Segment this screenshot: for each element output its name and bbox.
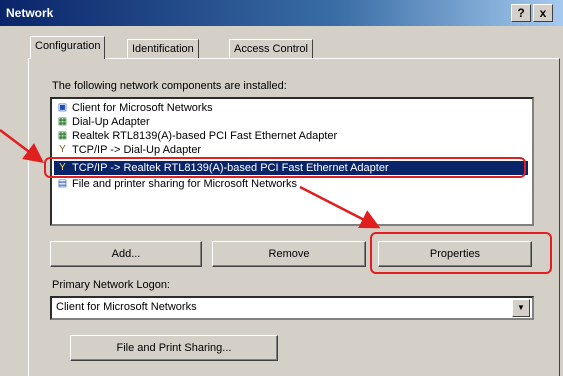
- remove-button[interactable]: Remove: [212, 241, 366, 267]
- tab-configuration[interactable]: Configuration: [30, 36, 106, 59]
- list-item-label: File and printer sharing for Microsoft N…: [72, 178, 297, 190]
- list-item-label: TCP/IP -> Dial-Up Adapter: [72, 144, 202, 156]
- file-print-sharing-button[interactable]: File and Print Sharing...: [70, 335, 278, 361]
- adapter-icon: ▦: [57, 130, 68, 141]
- chevron-down-icon[interactable]: ▼: [512, 299, 530, 317]
- components-heading: The following network components are ins…: [52, 80, 287, 92]
- adapter-icon: ▦: [57, 116, 68, 127]
- list-item[interactable]: ▦ Dial-Up Adapter: [54, 115, 150, 129]
- primary-logon-value: Client for Microsoft Networks: [56, 301, 197, 313]
- list-item-label: Dial-Up Adapter: [72, 116, 150, 128]
- list-item[interactable]: Y TCP/IP -> Dial-Up Adapter: [54, 143, 201, 157]
- service-icon: ▤: [57, 178, 68, 189]
- network-dialog: Network ? x Configuration Identification…: [0, 0, 563, 376]
- primary-logon-select[interactable]: Client for Microsoft Networks ▼: [50, 296, 534, 320]
- protocol-icon: Y: [59, 144, 66, 155]
- window-title: Network: [6, 6, 54, 20]
- help-button[interactable]: ?: [511, 4, 531, 22]
- client-icon: ▣: [57, 102, 68, 113]
- list-item-label: Realtek RTL8139(A)-based PCI Fast Ethern…: [72, 130, 338, 142]
- list-item[interactable]: ▦ Realtek RTL8139(A)-based PCI Fast Ethe…: [54, 129, 337, 143]
- close-button[interactable]: x: [533, 4, 553, 22]
- list-item[interactable]: ▤ File and printer sharing for Microsoft…: [54, 177, 297, 191]
- list-item[interactable]: ▣ Client for Microsoft Networks: [54, 101, 213, 115]
- add-button[interactable]: Add...: [50, 241, 202, 267]
- primary-logon-label: Primary Network Logon:: [52, 279, 170, 291]
- tab-identification[interactable]: Identification: [127, 39, 199, 59]
- list-item-label: Client for Microsoft Networks: [72, 102, 213, 114]
- properties-highlight-box: [370, 232, 552, 274]
- title-bar[interactable]: Network ? x: [0, 0, 563, 26]
- selection-highlight-box: [44, 157, 526, 178]
- tab-access-control[interactable]: Access Control: [229, 39, 313, 59]
